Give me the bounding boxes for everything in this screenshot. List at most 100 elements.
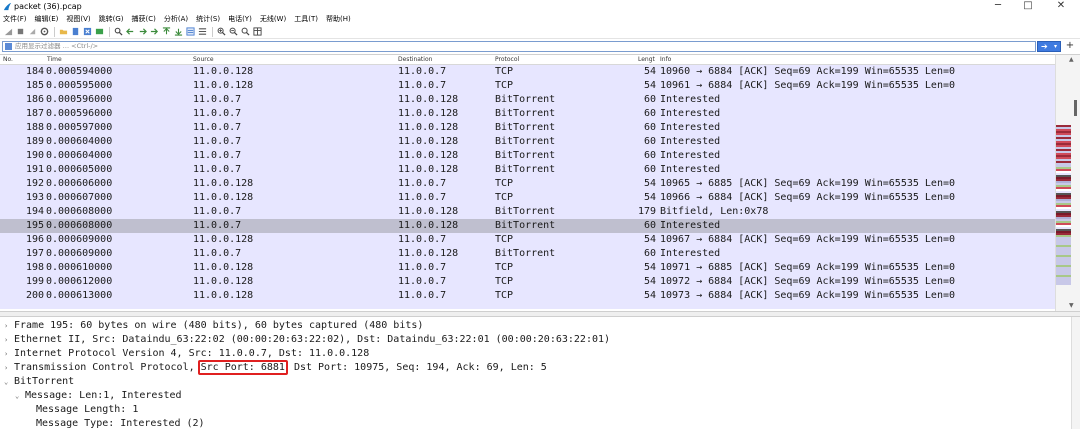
first-icon	[162, 27, 171, 35]
detail-text: Message Length: 1	[36, 404, 139, 415]
packet-row[interactable]: 188 0.000597000 11.0.0.7 11.0.0.128 BitTorre…	[0, 121, 1055, 135]
autoscroll-button[interactable]	[185, 26, 196, 37]
packet-row[interactable]: 184 0.000594000 11.0.0.128 11.0.0.7 TCP 54 109…	[0, 65, 1055, 79]
menu-edit[interactable]: 编辑(E)	[35, 13, 59, 25]
packet-row[interactable]: 190 0.000604000 11.0.0.7 11.0.0.128 BitTorre…	[0, 149, 1055, 163]
menu-analyze[interactable]: 分析(A)	[164, 13, 188, 25]
packet-number: 198	[25, 262, 44, 273]
start-capture-button[interactable]	[3, 26, 14, 37]
menu-help[interactable]: 帮助(H)	[326, 13, 351, 25]
packet-source: 11.0.0.128	[193, 66, 254, 77]
packet-row[interactable]: 192 0.000606000 11.0.0.128 11.0.0.7 TCP 54 109…	[0, 177, 1055, 191]
minimap-stripe	[1056, 211, 1071, 213]
detail-row[interactable]: › Frame 195: 60 bytes on wire (480 bits),…	[0, 319, 1070, 333]
minimap-stripe	[1056, 271, 1071, 273]
packet-row[interactable]: 187 0.000596000 11.0.0.7 11.0.0.128 BitTorre…	[0, 107, 1055, 121]
packet-minimap[interactable]	[1056, 125, 1071, 285]
menu-wireless[interactable]: 无线(W)	[260, 13, 286, 25]
menu-go[interactable]: 跳转(G)	[99, 13, 124, 25]
window-title: packet (36).pcap	[14, 2, 82, 11]
menu-file[interactable]: 文件(F)	[3, 13, 27, 25]
menu-telephony[interactable]: 电话(Y)	[228, 13, 252, 25]
add-filter-button[interactable]: +	[1064, 40, 1076, 53]
stop-icon	[17, 28, 24, 35]
restart-capture-button[interactable]	[27, 26, 38, 37]
reload-file-button[interactable]	[94, 26, 105, 37]
open-file-button[interactable]	[58, 26, 69, 37]
column-header-info[interactable]: Info	[660, 55, 671, 65]
packet-row[interactable]: 191 0.000605000 11.0.0.7 11.0.0.128 BitTorre…	[0, 163, 1055, 177]
packet-protocol: BitTorrent	[495, 248, 556, 259]
maximize-button[interactable]: □	[1013, 0, 1043, 13]
detail-row[interactable]: Message Type: Interested (2)	[0, 417, 1070, 429]
detail-row[interactable]: › Ethernet II, Src: Dataindu_63:22:02 (00…	[0, 333, 1070, 347]
packet-row[interactable]: 196 0.000609000 11.0.0.128 11.0.0.7 TCP 54 109…	[0, 233, 1055, 247]
column-header-destination[interactable]: Destination	[398, 55, 432, 65]
detail-text: Ethernet II, Src: Dataindu_63:22:02 (00:…	[14, 334, 611, 345]
column-header-time[interactable]: Time	[47, 55, 62, 65]
zoom-in-button[interactable]	[216, 26, 227, 37]
packet-row[interactable]: 185 0.000595000 11.0.0.128 11.0.0.7 TCP 54 109…	[0, 79, 1055, 93]
colorize-button[interactable]	[197, 26, 208, 37]
close-file-button[interactable]	[82, 26, 93, 37]
go-back-button[interactable]	[125, 26, 136, 37]
minimize-button[interactable]: ─	[983, 0, 1013, 13]
detail-row[interactable]: Message Length: 1	[0, 403, 1070, 417]
chevron-right-icon[interactable]: ›	[4, 347, 8, 361]
packet-row[interactable]: 189 0.000604000 11.0.0.7 11.0.0.128 BitTorre…	[0, 135, 1055, 149]
packet-row[interactable]: 194 0.000608000 11.0.0.7 11.0.0.128 BitTorre…	[0, 205, 1055, 219]
display-filter-input[interactable]: 应用显示过滤器 … <Ctrl-/>	[2, 41, 1036, 52]
packet-row[interactable]: 199 0.000612000 11.0.0.128 11.0.0.7 TCP 54 109…	[0, 275, 1055, 289]
stop-capture-button[interactable]	[15, 26, 26, 37]
detail-row[interactable]: ⌄ Message: Len:1, Interested	[0, 389, 1070, 403]
chevron-down-icon[interactable]: ⌄	[15, 389, 19, 403]
packet-row[interactable]: 197 0.000609000 11.0.0.7 11.0.0.128 BitTorre…	[0, 247, 1055, 261]
find-packet-button[interactable]	[113, 26, 124, 37]
zoom-reset-button[interactable]	[240, 26, 251, 37]
scrollbar-thumb[interactable]	[1074, 100, 1077, 116]
resize-columns-button[interactable]	[252, 26, 263, 37]
column-header-length[interactable]: Lengt	[638, 55, 655, 65]
last-packet-button[interactable]	[173, 26, 184, 37]
column-header-no[interactable]: No.	[3, 55, 13, 65]
chevron-right-icon[interactable]: ›	[4, 333, 8, 347]
bookmark-icon[interactable]	[5, 43, 12, 50]
title-bar: packet (36).pcap ─ □ ✕	[0, 0, 1080, 13]
capture-options-button[interactable]	[39, 26, 50, 37]
packet-source: 11.0.0.7	[193, 108, 242, 119]
detail-row[interactable]: › Transmission Control Protocol, Src Port…	[0, 360, 1070, 375]
column-header-protocol[interactable]: Protocol	[495, 55, 519, 65]
close-button[interactable]: ✕	[1046, 0, 1076, 13]
packet-row[interactable]: 195 0.000608000 11.0.0.7 11.0.0.128 BitTorre…	[0, 219, 1055, 233]
go-forward-button[interactable]	[137, 26, 148, 37]
packet-row[interactable]: 198 0.000610000 11.0.0.128 11.0.0.7 TCP 54 109…	[0, 261, 1055, 275]
packet-source: 11.0.0.7	[193, 206, 242, 217]
apply-filter-button[interactable]: ➔ ▾	[1037, 41, 1061, 52]
chevron-down-icon[interactable]: ⌄	[4, 375, 8, 389]
menu-statistics[interactable]: 统计(S)	[196, 13, 220, 25]
minimap-stripe	[1056, 153, 1071, 155]
detail-row[interactable]: › Internet Protocol Version 4, Src: 11.0.…	[0, 347, 1070, 361]
packet-row[interactable]: 200 0.000613000 11.0.0.128 11.0.0.7 TCP 54 109…	[0, 289, 1055, 303]
detail-row[interactable]: ⌄ BitTorrent	[0, 375, 1070, 389]
packet-row[interactable]: 193 0.000607000 11.0.0.128 11.0.0.7 TCP 54 109…	[0, 191, 1055, 205]
menu-view[interactable]: 视图(V)	[66, 13, 90, 25]
details-scrollbar[interactable]	[1071, 317, 1080, 429]
zoom-out-button[interactable]	[228, 26, 239, 37]
first-packet-button[interactable]	[161, 26, 172, 37]
minimap-stripe	[1056, 243, 1071, 245]
save-file-button[interactable]	[70, 26, 81, 37]
go-to-packet-button[interactable]	[149, 26, 160, 37]
minimap-stripe	[1056, 269, 1071, 271]
menu-capture[interactable]: 捕获(C)	[132, 13, 156, 25]
packet-row[interactable]: 186 0.000596000 11.0.0.7 11.0.0.128 BitTorre…	[0, 93, 1055, 107]
column-header-source[interactable]: Source	[193, 55, 214, 65]
packet-length: 60	[643, 150, 656, 161]
packet-destination: 11.0.0.7	[398, 192, 447, 203]
chevron-right-icon[interactable]: ›	[4, 319, 8, 333]
scroll-up-icon[interactable]: ▲	[1069, 56, 1074, 63]
scroll-down-icon[interactable]: ▼	[1069, 302, 1074, 309]
chevron-right-icon[interactable]: ›	[4, 361, 8, 375]
menu-tools[interactable]: 工具(T)	[294, 13, 318, 25]
zoom-in-icon	[217, 27, 226, 36]
